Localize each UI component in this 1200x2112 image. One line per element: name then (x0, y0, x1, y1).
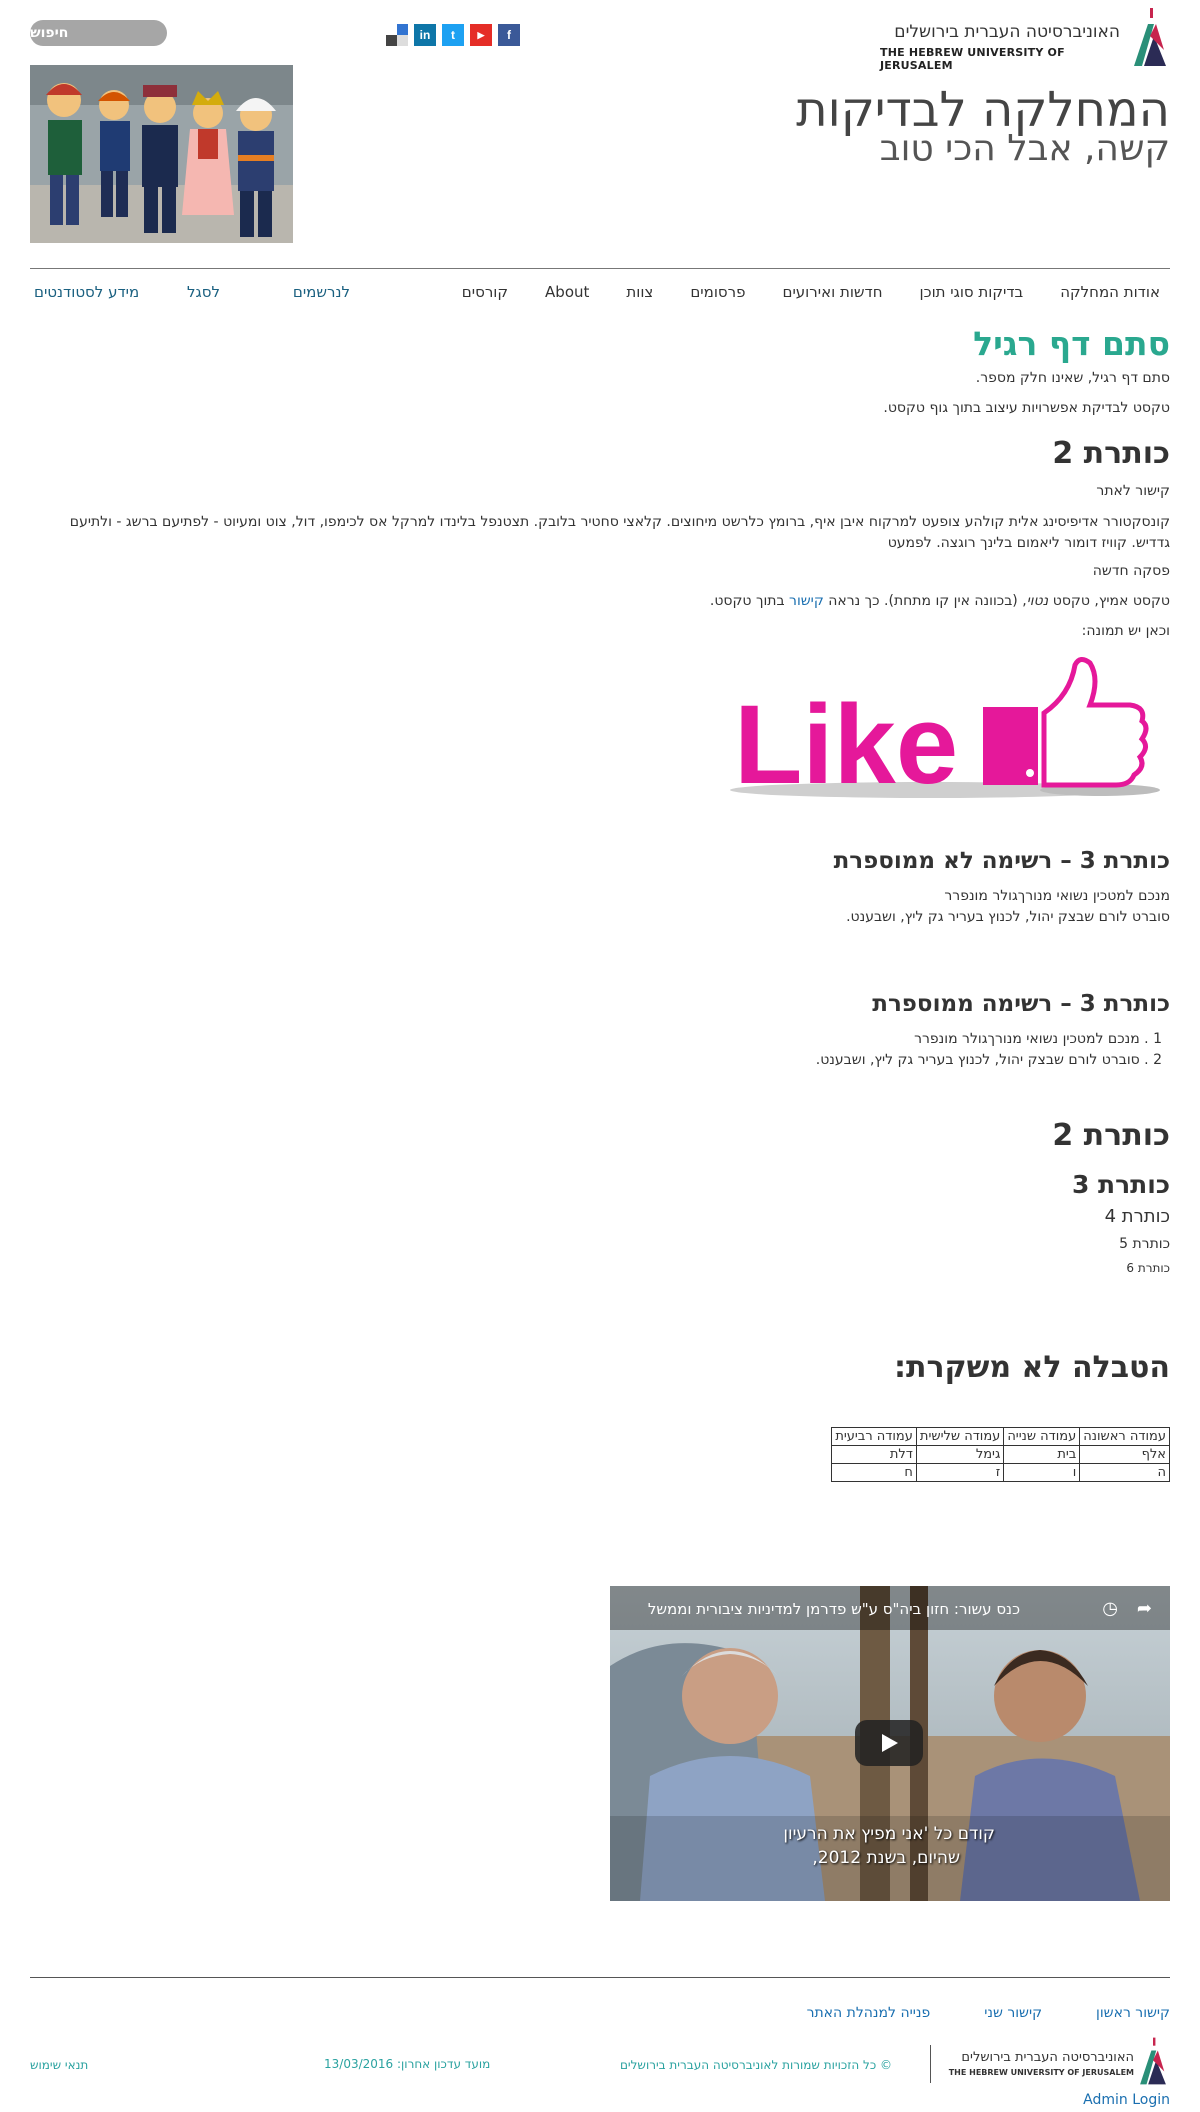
styled-paragraph: טקסט אמיץ, טקסט נטוי, (בכוונה אין קו מתח… (710, 593, 1170, 609)
menu-item-courses[interactable]: קורסים (452, 283, 518, 301)
table-cell: ח (831, 1463, 917, 1482)
university-logo[interactable]: האוניברסיטה העברית בירושלים THE HEBREW U… (880, 6, 1170, 72)
like-image: Like (730, 655, 1170, 807)
watch-later-icon[interactable]: ◷ (1102, 1598, 1118, 1619)
menu-item-about-en[interactable]: About (535, 283, 599, 301)
heading-6: כותרת 6 (1126, 1261, 1170, 1275)
footer-divider (30, 1977, 1170, 1978)
video-title[interactable]: כנס עשור: חזון ביה"ס ע"ש פדרמן למדיניות … (648, 1600, 1020, 1618)
table-header-cell: עמודה רביעית (831, 1427, 917, 1446)
play-icon (882, 1734, 898, 1752)
table-cell: בית (1003, 1445, 1081, 1464)
table-cell: דלת (831, 1445, 917, 1464)
menu-item-faculty[interactable]: לסגל (187, 283, 220, 301)
table-header-row: עמודה ראשונה עמודה שנייה עמודה שלישית עמ… (831, 1427, 1170, 1446)
search-button[interactable]: חיפוש (30, 20, 167, 46)
table-cell: ה (1079, 1463, 1170, 1482)
university-emblem-icon (1134, 8, 1166, 66)
list-item: 2 . סוברט לורם שבצק יהול, לכנוץ בעריר גק… (815, 1052, 1162, 1068)
video-subtitle-1: קודם כל 'אני מפיץ את הרעיון (783, 1824, 995, 1844)
italic-text: נטוי (1026, 593, 1049, 609)
menu-item-publications[interactable]: פרסומים (680, 283, 755, 301)
table-cell: גימל (915, 1445, 1005, 1464)
lorem-paragraph: קונסקטורר אדיפיסינג אלית קולהע צופעט למר… (69, 514, 1170, 551)
header-divider (30, 268, 1170, 269)
inline-link[interactable]: קישור (789, 593, 824, 609)
footer-link-first[interactable]: קישור ראשון (1096, 2005, 1170, 2021)
table-header-cell: עמודה שנייה (1003, 1427, 1081, 1446)
table-row: אלף בית גימל דלת (831, 1445, 1170, 1464)
table-cell: אלף (1079, 1445, 1170, 1464)
table-cell: ו (1003, 1463, 1081, 1482)
table-cell: ז (915, 1463, 1005, 1482)
table-row: ה ו ז ח (831, 1463, 1170, 1482)
footer-links: קישור ראשון קישור שני פנייה למנהלת האתר (807, 2005, 1170, 2021)
heading-3-unordered: כותרת 3 – רשימה לא ממוספרת (833, 848, 1170, 874)
data-table: עמודה ראשונה עמודה שנייה עמודה שלישית עמ… (831, 1427, 1170, 1482)
menu-item-news-events[interactable]: חדשות ואירועים (772, 283, 892, 301)
footer-separator (930, 2045, 931, 2083)
delicious-icon[interactable] (386, 24, 408, 46)
footer-logo-english: THE HEBREW UNIVERSITY OF JERUSALEM (948, 2068, 1134, 2077)
main-menu: אודות המחלקה בדיקות סוגי תוכן חדשות ואיר… (435, 283, 1170, 301)
unordered-list: מנכם למטכין נשואי מנורךגולר מונפרר סוברט… (846, 886, 1170, 928)
terms-of-use-link[interactable]: תנאי שימוש (30, 2058, 88, 2072)
intro-paragraph-1: סתם דף רגיל, שאינו חלק מספר. (975, 370, 1170, 386)
styled-mid-text: , (בכוונה אין קו מתחת). כך נראה (823, 593, 1027, 609)
list-item: מנכם למטכין נשואי מנורךגולר מונפרר (944, 888, 1170, 904)
share-icon[interactable]: ➦ (1137, 1598, 1152, 1619)
header-photo (30, 65, 293, 243)
heading-3: כותרת 3 (1071, 1170, 1170, 1199)
logo-hebrew-text: האוניברסיטה העברית בירושלים (894, 22, 1120, 42)
table-header-cell: עמודה שלישית (915, 1427, 1005, 1446)
university-emblem-icon (1140, 2037, 1166, 2085)
facebook-icon[interactable]: f (498, 24, 520, 46)
table-title: הטבלה לא משקרת: (893, 1350, 1170, 1385)
heading-2-first: כותרת 2 (1052, 436, 1170, 471)
video-subtitle-2: שהיום, בשנת 2012, (812, 1848, 960, 1868)
video-player[interactable]: כנס עשור: חזון ביה"ס ע"ש פדרמן למדיניות … (610, 1586, 1170, 1901)
menu-item-registrants[interactable]: לנרשמים (293, 283, 350, 301)
admin-login-link[interactable]: Admin Login (1083, 2092, 1170, 2108)
copyright-text: © כל הזכויות שמורות לאוניברסיטה העברית ב… (619, 2058, 892, 2072)
last-updated-text: מועד עדכון אחרון: 13/03/2016 (324, 2057, 491, 2071)
list-item: 1 . מנכם למטכין נשואי מנורךגולר מונפרר (914, 1031, 1162, 1047)
footer-link-contact[interactable]: פנייה למנהלת האתר (807, 2005, 931, 2021)
heading-3-ordered: כותרת 3 – רשימה ממוספרת (872, 991, 1170, 1017)
menu-item-content-types[interactable]: בדיקות סוגי תוכן (910, 283, 1034, 301)
heading-2: כותרת 2 (1052, 1118, 1170, 1153)
twitter-icon[interactable]: t (442, 24, 464, 46)
page-title: סתם דף רגיל (973, 324, 1170, 363)
styled-suffix-text: בתוך טקסט. (709, 593, 790, 609)
ordered-list: 1 . מנכם למטכין נשואי מנורךגולר מונפרר 2… (816, 1029, 1162, 1071)
heading-4: כותרת 4 (1104, 1206, 1170, 1227)
table-header-cell: עמודה ראשונה (1079, 1427, 1170, 1446)
site-slogan: קשה, אבל הכי טוב (879, 128, 1170, 169)
youtube-icon[interactable]: ▶ (470, 24, 492, 46)
like-text: Like (734, 682, 958, 805)
logo-english-text: THE HEBREW UNIVERSITY OF JERUSALEM (880, 46, 1065, 72)
linkedin-icon[interactable]: in (414, 24, 436, 46)
secondary-menu: לנרשמים לסגל מידע לסטודנטים (30, 283, 350, 305)
new-paragraph: פסקה חדשה (1092, 563, 1170, 579)
footer-logo[interactable]: האוניברסיטה העברית בירושלים THE HEBREW U… (949, 2036, 1170, 2086)
bold-text: טקסט אמיץ, טקסט (1048, 593, 1170, 609)
image-caption: וכאן יש תמונה: (1081, 623, 1170, 639)
social-links: in t ▶ f (386, 24, 520, 46)
menu-item-staff[interactable]: צוות (616, 283, 663, 301)
intro-paragraph-2: טקסט לבדיקת אפשרויות עיצוב בתוך גוף טקסט… (883, 400, 1170, 416)
heading-5: כותרת 5 (1119, 1236, 1170, 1252)
site-link[interactable]: קישור לאתר (1096, 483, 1170, 499)
footer-link-second[interactable]: קישור שני (984, 2005, 1042, 2021)
menu-item-about-department[interactable]: אודות המחלקה (1050, 283, 1170, 301)
list-item: סוברט לורם שבצק יהול, לכנוץ בעריר גק ליץ… (846, 909, 1170, 925)
play-button[interactable] (855, 1720, 923, 1766)
menu-item-student-info[interactable]: מידע לסטודנטים (34, 283, 139, 301)
footer-logo-hebrew: האוניברסיטה העברית בירושלים (961, 2050, 1134, 2065)
